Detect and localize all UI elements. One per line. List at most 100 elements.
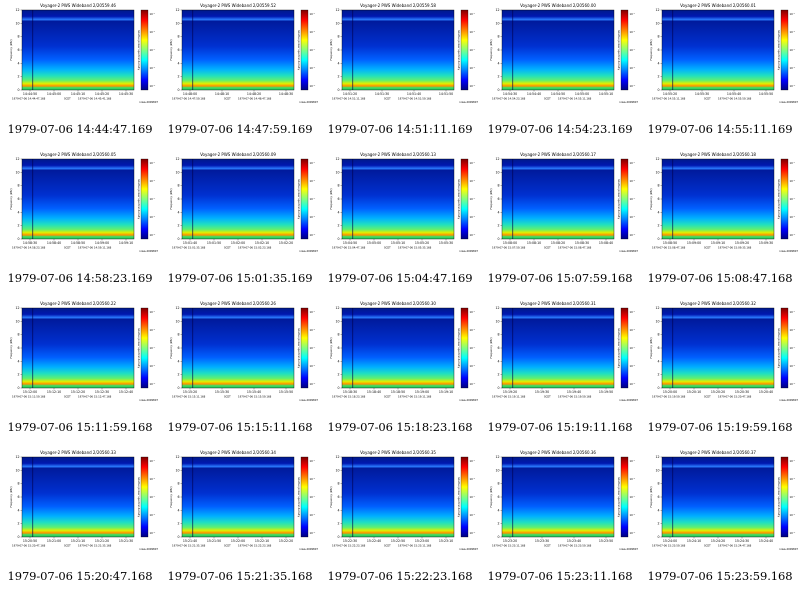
y-tick-label: 10 [15, 468, 19, 472]
footer-start-time: 1979-07-06 15:04:47.168 [332, 246, 366, 250]
colorbar [460, 158, 469, 240]
x-tick-label: 15:23:20 [503, 539, 517, 543]
spectrogram-chart: Voyager-2 PWS Wideband 2/20560.01 0 2 4 6 8 10… [649, 3, 798, 104]
y-axis-label: Frequency (kHz) [169, 486, 173, 507]
x-tick-label: 14:55:50 [759, 92, 773, 96]
x-tick-label: 15:05:20 [415, 241, 429, 245]
footer-end-time: 1979-07-06 14:55:11.168 [558, 97, 592, 101]
colorbar [780, 307, 789, 389]
footer-scet: SCET [544, 97, 551, 101]
spectrogram-tile: Voyager-2 PWS Wideband 2/20560.26 0 2 4 6 8 10… [160, 298, 320, 447]
x-tick-label: 15:15:30 [215, 390, 229, 394]
plot-title: Voyager-2 PWS Wideband 2/20560.26 [200, 301, 276, 306]
y-tick-label: 6 [17, 346, 19, 350]
y-tick-label: 6 [17, 197, 19, 201]
spectrogram-image [502, 10, 614, 90]
y-tick-label: 8 [497, 35, 499, 39]
colorbar-tick-label: 10⁻⁶ [310, 84, 316, 88]
y-axis-label: Frequency (kHz) [9, 337, 13, 358]
y-tick-label: 8 [17, 184, 19, 188]
y-tick-label: 6 [17, 495, 19, 499]
colorbar-tick-label: 10⁻⁵ [310, 66, 316, 70]
y-tick-label: 0 [17, 237, 19, 241]
y-tick-label: 8 [17, 482, 19, 486]
spectrogram-chart: Voyager-2 PWS Wideband 2/20560.33 0 2 4 6 8 10… [9, 450, 158, 551]
y-tick-label: 12 [335, 306, 339, 310]
spectrogram-chart: Voyager-2 PWS Wideband 2/20559.46 0 2 4 6 8 10… [9, 3, 158, 104]
colorbar-tick-label: 10⁻⁴ [470, 495, 476, 499]
colorbar-label: relative power spectral density [297, 179, 301, 220]
x-tick-label: 14:48:00 [183, 92, 197, 96]
x-tick-label: 14:48:30 [279, 92, 293, 96]
colorbar-tick-label: 10⁻⁴ [790, 197, 796, 201]
y-tick-label: 0 [17, 386, 19, 390]
x-tick-label: 15:02:00 [231, 241, 245, 245]
x-tick-label: 14:55:30 [695, 92, 709, 96]
colorbar-label: relative power spectral density [457, 477, 461, 518]
colorbar [300, 158, 309, 240]
spectrogram-chart: Voyager-2 PWS Wideband 2/20560.31 0 2 4 6 8 10… [489, 301, 638, 402]
x-tick-label: 14:44:50 [23, 92, 37, 96]
colorbar [140, 158, 149, 240]
x-tick-label: 15:01:40 [183, 241, 197, 245]
y-tick-label: 10 [495, 170, 499, 174]
footer-scet: SCET [704, 246, 711, 250]
y-axis-label: Frequency (kHz) [9, 39, 13, 60]
x-tick-label: 15:23:50 [599, 539, 613, 543]
footer-start-time: 1979-07-06 15:19:11.168 [492, 395, 526, 399]
footer-start-time: 1979-07-06 14:44:47.168 [12, 97, 46, 101]
y-tick-label: 0 [177, 535, 179, 539]
colorbar-tick-label: 10⁻⁶ [790, 531, 796, 535]
interference-streak [192, 10, 194, 90]
y-tick-label: 0 [337, 535, 339, 539]
footer-end-time: 1979-07-06 15:12:47.168 [78, 395, 112, 399]
colorbar-tick-label: 10⁻⁵ [150, 513, 156, 517]
y-tick-label: 6 [657, 346, 659, 350]
footer-start-time: 1979-07-06 14:54:23.168 [492, 97, 526, 101]
x-tick-label: 15:21:00 [47, 539, 61, 543]
footer-end-time: 1979-07-06 15:19:11.168 [398, 395, 432, 399]
x-tick-label: 15:21:30 [119, 539, 133, 543]
spectrogram-tile: Voyager-2 PWS Wideband 2/20560.30 0 2 4 6 8 10… [320, 298, 480, 447]
colorbar-label: relative power spectral density [457, 30, 461, 71]
spectrogram-image [502, 159, 614, 239]
y-tick-label: 10 [495, 319, 499, 323]
spectrogram-image [342, 308, 454, 388]
corner-label: iowa-2009807 [139, 547, 158, 551]
y-tick-label: 6 [657, 495, 659, 499]
colorbar-tick-label: 10⁻⁶ [630, 531, 636, 535]
x-tick-label: 15:19:50 [599, 390, 613, 394]
y-tick-label: 12 [655, 157, 659, 161]
footer-end-time: 1979-07-06 15:21:35.168 [78, 544, 112, 548]
y-tick-label: 10 [175, 170, 179, 174]
y-tick-label: 6 [497, 197, 499, 201]
y-tick-label: 0 [497, 237, 499, 241]
y-tick-label: 2 [17, 522, 19, 526]
x-tick-label: 14:58:30 [23, 241, 37, 245]
corner-label: iowa-2009807 [139, 398, 158, 402]
spectrogram-chart: Voyager-2 PWS Wideband 2/20560.35 0 2 4 6 8 10… [329, 450, 478, 551]
x-tick-label: 15:22:30 [343, 539, 357, 543]
colorbar-tick-label: 10⁻⁶ [150, 84, 156, 88]
spectrogram-chart: Voyager-2 PWS Wideband 2/20560.22 0 2 4 6 8 10… [9, 301, 158, 402]
y-tick-label: 10 [655, 21, 659, 25]
x-tick-label: 14:59:00 [95, 241, 109, 245]
colorbar-tick-label: 10⁻² [150, 12, 156, 16]
colorbar-tick-label: 10⁻² [790, 459, 796, 463]
x-tick-label: 15:24:30 [735, 539, 749, 543]
y-tick-label: 10 [495, 468, 499, 472]
y-tick-label: 4 [657, 508, 659, 512]
x-tick-label: 14:45:30 [119, 92, 133, 96]
y-tick-label: 10 [335, 319, 339, 323]
interference-streak [672, 159, 674, 239]
plot-title: Voyager-2 PWS Wideband 2/20559.52 [200, 3, 276, 8]
x-tick-label: 15:05:10 [391, 241, 405, 245]
y-tick-label: 4 [17, 359, 19, 363]
spectrogram-tile: Voyager-2 PWS Wideband 2/20560.00 0 2 4 6 8 10… [480, 0, 640, 149]
interference-streak [672, 10, 674, 90]
footer-start-time: 1979-07-06 15:21:35.168 [172, 544, 206, 548]
colorbar-tick-label: 10⁻³ [150, 179, 156, 183]
y-tick-label: 6 [177, 495, 179, 499]
y-tick-label: 4 [657, 61, 659, 65]
spectrogram-chart: Voyager-2 PWS Wideband 2/20560.34 0 2 4 6 8 10… [169, 450, 318, 551]
